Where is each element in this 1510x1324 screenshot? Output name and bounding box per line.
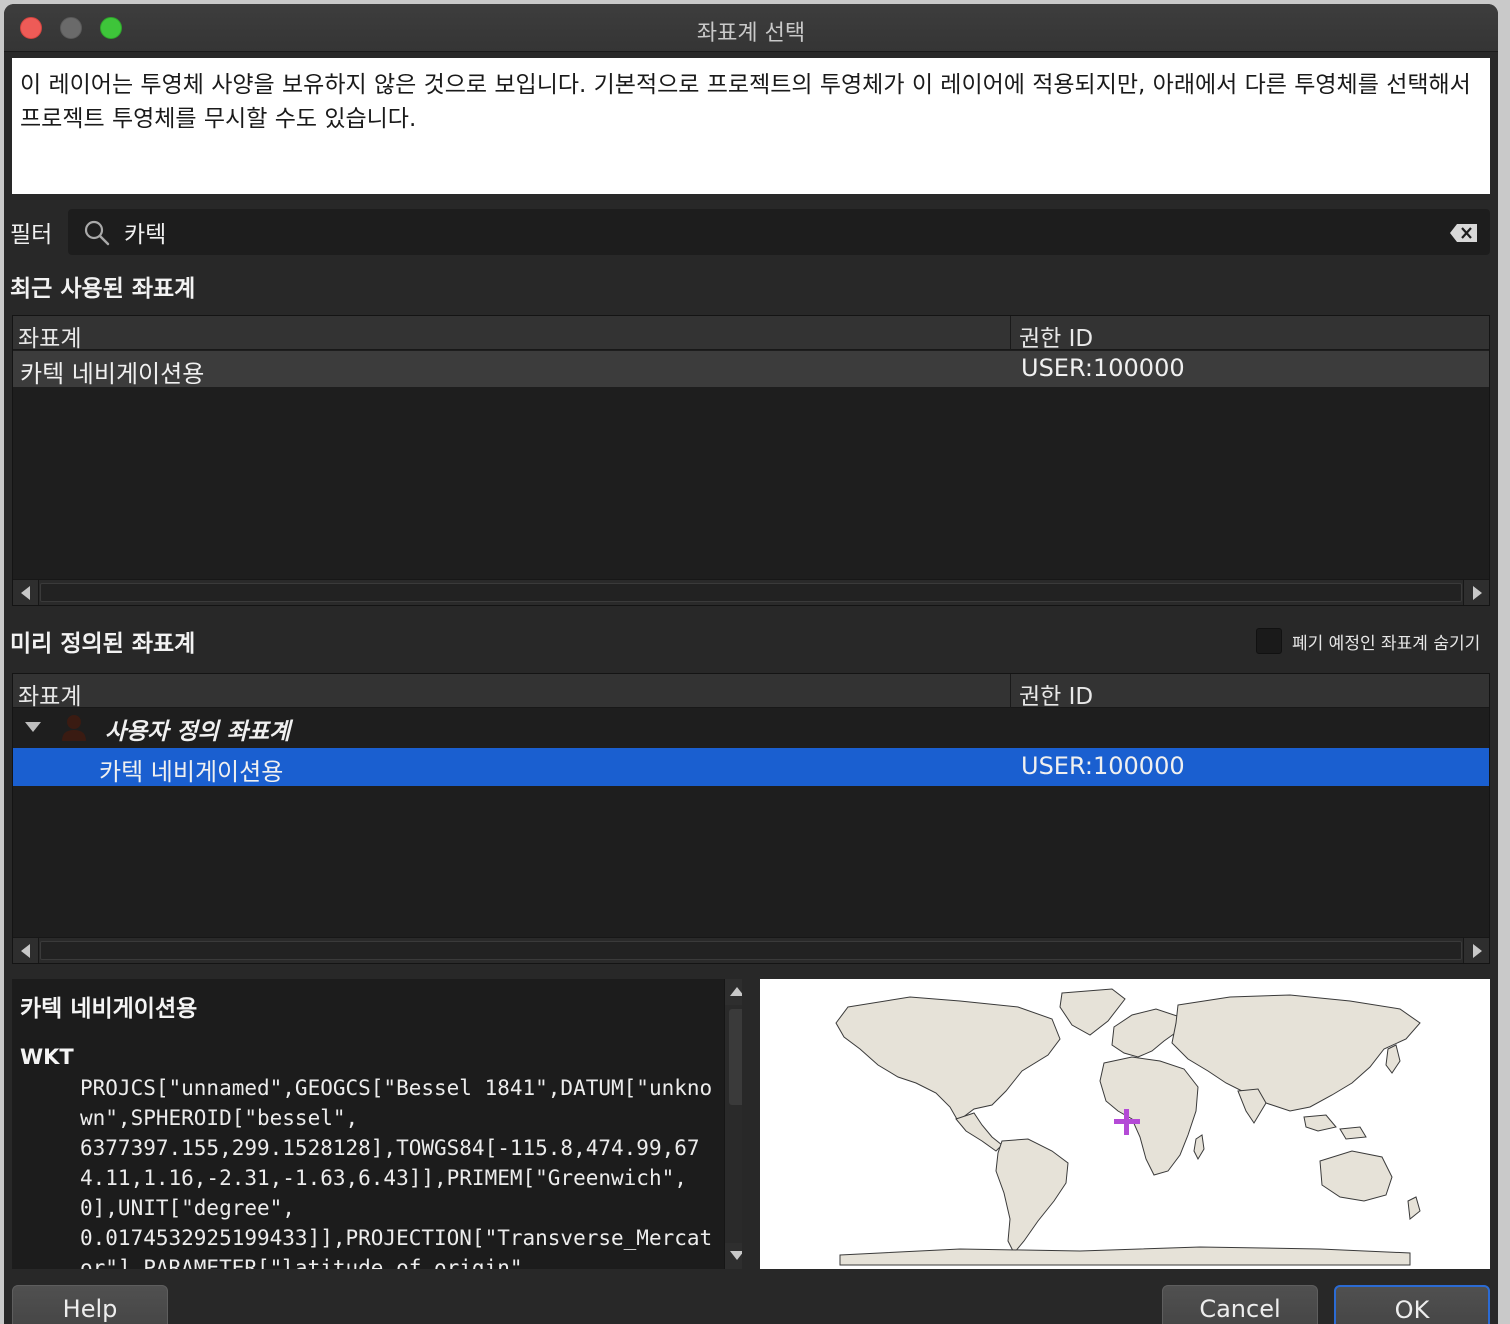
cancel-button[interactable]: Cancel — [1162, 1285, 1318, 1324]
table-row[interactable]: 카텍 네비게이션용 USER:100000 — [13, 351, 1489, 388]
wkt-label: WKT — [20, 1045, 74, 1069]
scrollbar-track[interactable] — [40, 941, 1462, 960]
scroll-right-button[interactable] — [1463, 938, 1489, 963]
crs-auth-id: USER:100000 — [1021, 752, 1185, 780]
hide-deprecated-checkbox[interactable] — [1256, 628, 1282, 654]
column-divider[interactable] — [1010, 316, 1011, 350]
clear-filter-icon[interactable] — [1450, 224, 1478, 242]
predefined-crs-table: 좌표계 권한 ID 사용자 정의 좌표계 카텍 네비게이션용 USER:1000… — [12, 673, 1490, 964]
scroll-left-button[interactable] — [13, 938, 39, 963]
tree-group-row[interactable]: 사용자 정의 좌표계 — [13, 709, 1489, 745]
filter-input[interactable] — [124, 215, 1424, 249]
scrollbar-track[interactable] — [40, 583, 1462, 602]
column-divider[interactable] — [1010, 674, 1011, 708]
ok-button[interactable]: OK — [1334, 1285, 1490, 1324]
help-button[interactable]: Help — [12, 1285, 168, 1324]
crs-name: 카텍 네비게이션용 — [99, 758, 284, 786]
world-map-image — [835, 988, 1421, 1266]
filter-label: 필터 — [10, 222, 53, 248]
scroll-left-button[interactable] — [13, 580, 39, 605]
window-title: 좌표계 선택 — [696, 21, 806, 46]
group-label: 사용자 정의 좌표계 — [105, 719, 291, 745]
title-bar: 좌표계 선택 — [4, 4, 1498, 52]
details-title: 카텍 네비게이션용 — [20, 996, 198, 1022]
crs-selector-dialog: 좌표계 선택 이 레이어는 투영체 사양을 보유하지 않은 것으로 보입니다. … — [4, 4, 1498, 1324]
table-row-selected[interactable]: 카텍 네비게이션용 USER:100000 — [13, 748, 1489, 786]
collapse-arrow-icon[interactable] — [25, 722, 41, 732]
extent-map-preview — [760, 979, 1490, 1269]
horizontal-scrollbar[interactable] — [13, 579, 1489, 605]
table-header: 좌표계 권한 ID — [13, 316, 1489, 353]
table-header: 좌표계 권한 ID — [13, 674, 1489, 711]
scroll-right-button[interactable] — [1463, 580, 1489, 605]
recent-crs-table: 좌표계 권한 ID 카텍 네비게이션용 USER:100000 — [12, 315, 1490, 606]
vertical-scrollbar[interactable] — [724, 979, 742, 1269]
filter-field[interactable] — [68, 209, 1490, 255]
scroll-down-button[interactable] — [725, 1243, 742, 1269]
search-icon — [84, 220, 110, 246]
scroll-up-button[interactable] — [725, 979, 742, 1005]
column-header-crs[interactable]: 좌표계 — [18, 677, 81, 711]
hide-deprecated-label[interactable]: 폐기 예정인 좌표계 숨기기 — [1292, 629, 1480, 654]
scrollbar-thumb[interactable] — [729, 1009, 742, 1105]
horizontal-scrollbar[interactable] — [13, 937, 1489, 963]
column-header-authority-id[interactable]: 권한 ID — [1019, 319, 1093, 353]
crs-name: 카텍 네비게이션용 — [20, 360, 205, 388]
predefined-crs-title: 미리 정의된 좌표계 — [10, 631, 196, 657]
crs-auth-id: USER:100000 — [1021, 354, 1185, 382]
info-message: 이 레이어는 투영체 사양을 보유하지 않은 것으로 보입니다. 기본적으로 프… — [12, 58, 1490, 194]
column-header-crs[interactable]: 좌표계 — [18, 319, 81, 353]
user-icon — [62, 715, 86, 741]
wkt-text: PROJCS["unnamed",GEOGCS["Bessel 1841",DA… — [80, 1076, 713, 1269]
column-header-authority-id[interactable]: 권한 ID — [1019, 677, 1093, 711]
crs-details-panel: 카텍 네비게이션용 WKT PROJCS["unnamed",GEOGCS["B… — [12, 979, 742, 1269]
recent-crs-title: 최근 사용된 좌표계 — [10, 276, 196, 302]
